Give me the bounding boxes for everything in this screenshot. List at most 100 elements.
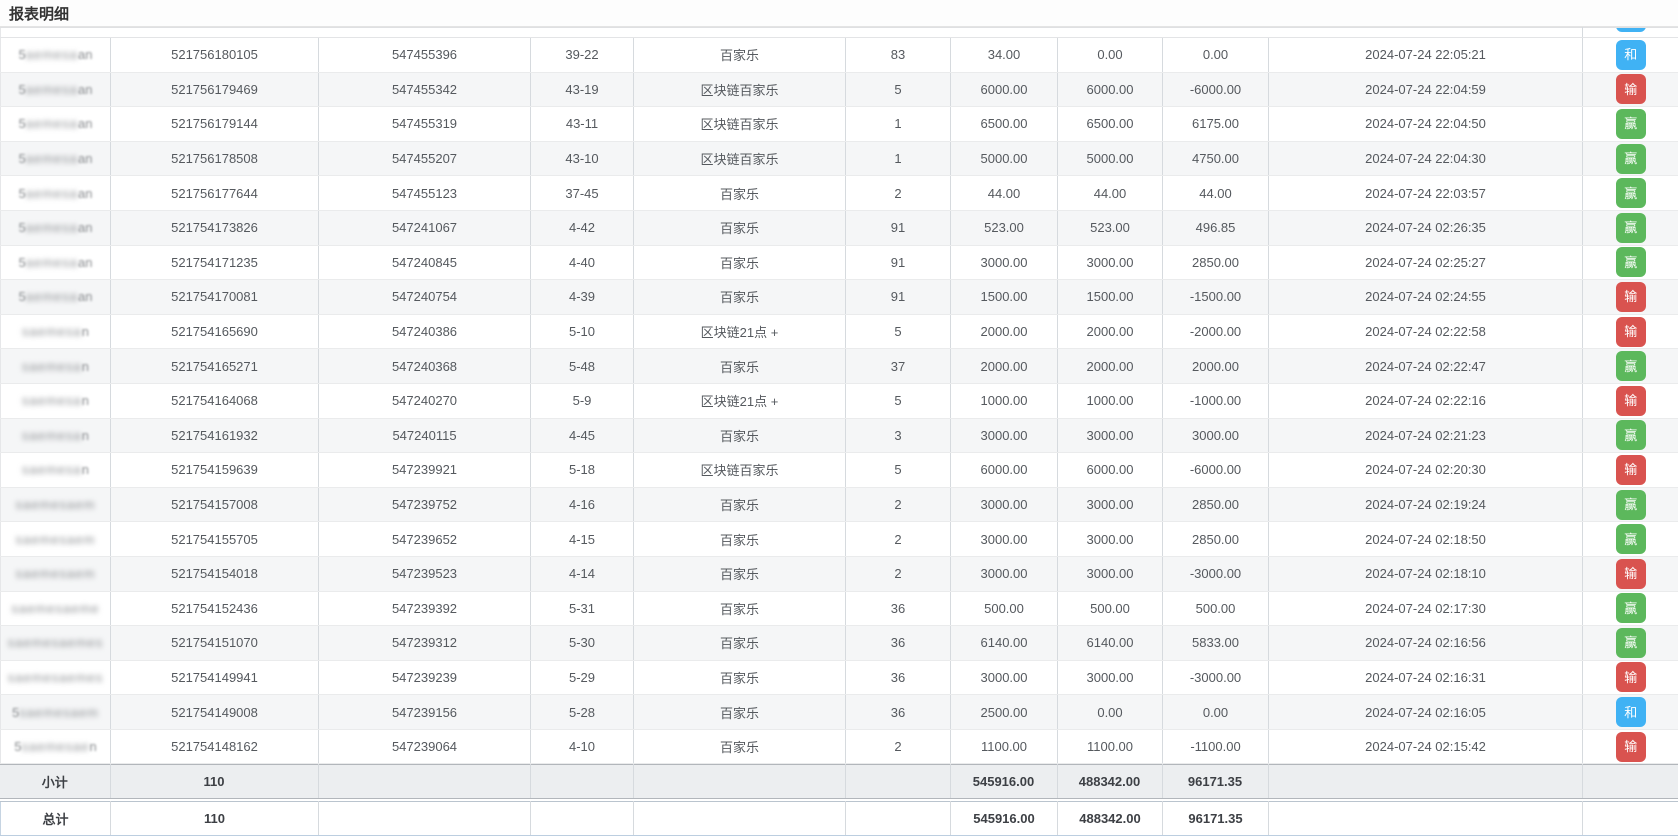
cell-bet-time: 2024-07-24 02:19:24 [1269,487,1583,522]
result-badge[interactable]: 输 [1616,386,1646,416]
cell-win-loss: 5833.00 [1163,626,1269,661]
cell-order-no: 521754165690 [111,314,319,349]
cell-count: 5 [846,314,951,349]
table-row: saemesaem 521754157008 547239752 4-16 百家… [1,487,1678,522]
cell-count: 2 [846,487,951,522]
cell-bet-amount: 6140.00 [951,626,1058,661]
result-badge[interactable]: 赢 [1616,178,1646,208]
cell-win-loss: 2850.00 [1163,245,1269,280]
cell-round-no: 547455123 [319,176,531,211]
result-badge[interactable]: 输 [1616,662,1646,692]
cell-order-no: 521754155705 [111,522,319,557]
cell-round-no: 547239652 [319,522,531,557]
table-row: 5aemesaan 521756178508 547455207 43-10 区… [1,141,1678,176]
total-count: 110 [111,802,319,836]
cell-result: 赢 [1583,176,1678,211]
cell-win-loss: 4750.00 [1163,141,1269,176]
result-badge[interactable]: 输 [1616,74,1646,104]
cell-order-no: 521754165271 [111,349,319,384]
username-masked-text: 5 [19,116,26,131]
cell-result: 赢 [1583,107,1678,142]
cell-table-seat: 4-16 [531,487,634,522]
cell-game: 区块链21点 + [634,314,846,349]
result-badge[interactable]: 赢 [1616,524,1646,554]
cell-bet-amount: 3000.00 [951,418,1058,453]
cell-win-loss: -1500.00 [1163,280,1269,315]
cell-table-seat: 37-45 [531,176,634,211]
cell-bet-amount: 1500.00 [951,280,1058,315]
cell-table-seat: 4-45 [531,418,634,453]
cell-round-no: 547239921 [319,453,531,488]
cell-order-no: 521754152436 [111,591,319,626]
cell-username: 5aemesaan [1,141,111,176]
cell-username: saemesaem [1,487,111,522]
result-badge[interactable]: 赢 [1616,593,1646,623]
cell-game: 百家乐 [634,280,846,315]
cell-win-loss: 0.00 [1163,695,1269,730]
result-badge[interactable]: 赢 [1616,628,1646,658]
cell-valid-amount: 44.00 [1058,176,1163,211]
result-badge[interactable]: 赢 [1616,420,1646,450]
username-masked-text: 5 [19,151,26,166]
result-badge[interactable]: 和 [1616,40,1646,70]
cell-result: 赢 [1583,141,1678,176]
cell-bet-time: 2024-07-24 02:24:55 [1269,280,1583,315]
cell-username: 5aemesaan [1,245,111,280]
result-badge[interactable]: 赢 [1616,109,1646,139]
cell-username: saemesan [1,314,111,349]
cell-order-no: 521754157008 [111,487,319,522]
result-badge[interactable]: 赢 [1616,351,1646,381]
result-badge[interactable]: 输 [1616,455,1646,485]
cell-count: 5 [846,72,951,107]
cell-count: 1 [846,141,951,176]
panel-header: 报表明细 [0,0,1678,27]
cell-bet-time: 2024-07-24 22:05:21 [1269,38,1583,73]
cell-count: 36 [846,695,951,730]
cell-round-no: 547240386 [319,314,531,349]
result-badge[interactable]: 赢 [1616,213,1646,243]
cell-count: 36 [846,591,951,626]
cell-bet-time: 2024-07-24 22:04:30 [1269,141,1583,176]
cell-result: 赢 [1583,245,1678,280]
table-row: saemesaem 521754155705 547239652 4-15 百家… [1,522,1678,557]
cell-table-seat: 5-28 [531,695,634,730]
subtotal-table: 小计 110 545916.00 488342.00 96171.35 [0,764,1678,799]
cell-valid-amount: 2000.00 [1058,314,1163,349]
cell-valid-amount: 0.00 [1058,38,1163,73]
cell-bet-time: 2024-07-24 02:18:50 [1269,522,1583,557]
result-badge[interactable]: 输 [1616,732,1646,762]
cell-win-loss: -2000.00 [1163,314,1269,349]
cell-bet-time: 2024-07-24 02:22:47 [1269,349,1583,384]
result-badge[interactable]: 输 [1616,317,1646,347]
cell-round-no: 547239064 [319,729,531,764]
table-row: saemesaemes 521754151070 547239312 5-30 … [1,626,1678,661]
result-badge[interactable]: 和 [1616,28,1646,32]
table-row: 5aemesaan 521756179144 547455319 43-11 区… [1,107,1678,142]
cell-bet-amount: 2000.00 [951,349,1058,384]
cell-win-loss: 2000.00 [1163,349,1269,384]
total-win-loss: 96171.35 [1163,802,1269,836]
cell-table-seat: 5-18 [531,453,634,488]
cell-bet-time: 2024-07-24 02:16:56 [1269,626,1583,661]
result-badge[interactable]: 和 [1616,697,1646,727]
cell-result: 赢 [1583,522,1678,557]
cell-count: 91 [846,210,951,245]
cell-username: saemesaeme [1,591,111,626]
total-valid-amount: 488342.00 [1058,802,1163,836]
cell-bet-time: 2024-07-24 02:22:16 [1269,383,1583,418]
cell-round-no: 547241067 [319,210,531,245]
cell-bet-amount: 1100.00 [951,729,1058,764]
cell-result: 输 [1583,280,1678,315]
cell-username: saemesan [1,418,111,453]
cell-bet-time: 2024-07-24 02:16:31 [1269,660,1583,695]
cell-valid-amount: 3000.00 [1058,245,1163,280]
table-row: 5aemesaan 521756179469 547455342 43-19 区… [1,72,1678,107]
result-badge[interactable]: 输 [1616,282,1646,312]
result-badge[interactable]: 赢 [1616,144,1646,174]
cell-win-loss: 0.00 [1163,38,1269,73]
cell-valid-amount: 6000.00 [1058,453,1163,488]
result-badge[interactable]: 赢 [1616,490,1646,520]
result-badge[interactable]: 输 [1616,559,1646,589]
table-row: 5aemesaan 521756177644 547455123 37-45 百… [1,176,1678,211]
result-badge[interactable]: 赢 [1616,247,1646,277]
